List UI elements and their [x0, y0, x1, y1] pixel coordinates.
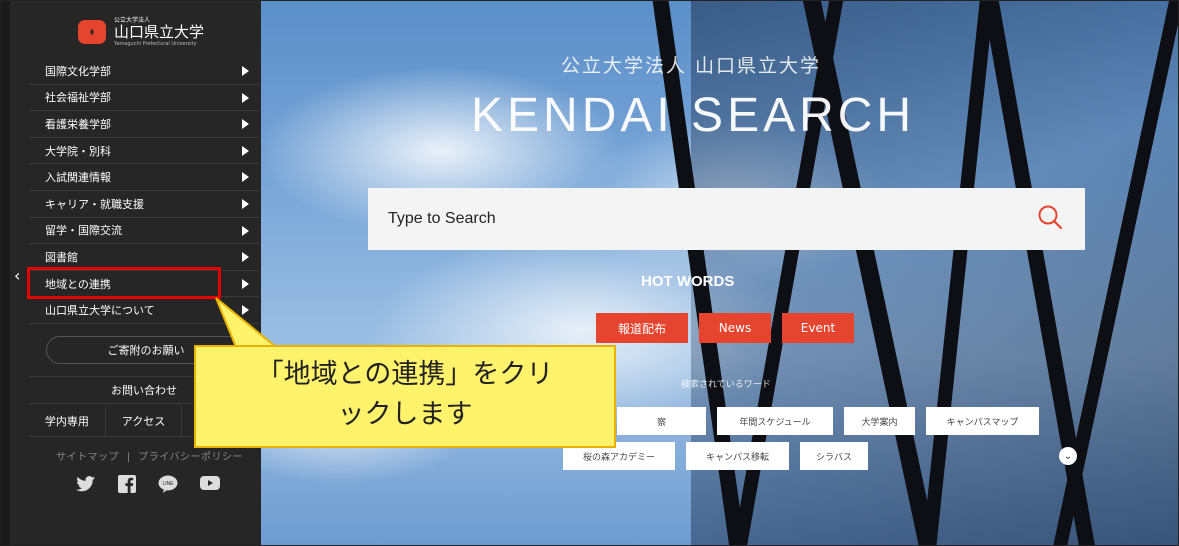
arrow-right-icon — [242, 278, 249, 289]
access-link[interactable]: アクセス — [106, 406, 183, 436]
sidebar-item-label: 国際文化学部 — [45, 64, 111, 78]
sidebar-item-label: 山口県立大学について — [45, 304, 155, 318]
sidebar-item-label: 入試関連情報 — [45, 171, 111, 185]
arrow-right-icon — [242, 92, 249, 103]
line-icon[interactable]: LINE — [158, 475, 178, 497]
browser-frame: 公立大学法人 山口県立大学 Yamaguchi Prefectural Univ… — [0, 0, 1179, 546]
social-icons: LINE — [76, 475, 220, 497]
sidebar-item-international-culture[interactable]: 国際文化学部 — [29, 58, 259, 85]
arrow-right-icon — [242, 66, 249, 76]
sidebar-item-label: 看護栄養学部 — [45, 117, 111, 131]
internal-link[interactable]: 学内専用 — [29, 406, 106, 436]
popular-words-label: 検索されているワード — [681, 380, 771, 390]
sidebar-item-label: 大学院・別科 — [45, 144, 111, 158]
highlight-box — [27, 267, 221, 299]
arrow-right-icon — [242, 145, 249, 156]
keyword-pill[interactable]: 年間スケジュール — [717, 407, 833, 435]
arrow-right-icon — [242, 225, 249, 236]
footer-links: サイトマップ | プライバシーポリシー — [56, 448, 243, 463]
search-icon[interactable] — [1037, 204, 1063, 230]
sidebar-item-label: 留学・国際交流 — [45, 224, 122, 238]
logo-english: Yamaguchi Prefectural University — [114, 41, 197, 47]
sidebar-item-label: 社会福祉学部 — [45, 91, 111, 105]
keyword-pill[interactable]: シラバス — [800, 442, 868, 470]
facebook-icon[interactable] — [118, 475, 136, 497]
logo-name: 山口県立大学 — [114, 23, 205, 41]
keyword-pill[interactable]: 察 — [617, 407, 706, 435]
separator: | — [126, 452, 131, 463]
sitemap-link[interactable]: サイトマップ — [56, 452, 119, 463]
callout-line-2: ックします — [337, 399, 473, 430]
hot-word-tag[interactable]: News — [699, 313, 771, 343]
instruction-callout: 「地域との連携」をクリ ックします — [194, 345, 616, 448]
arrow-right-icon — [242, 198, 249, 209]
sidebar-item-admissions[interactable]: 入試関連情報 — [29, 164, 259, 191]
callout-line-1: 「地域との連携」をクリ — [256, 359, 554, 390]
hero-title: KENDAI SEARCH — [471, 89, 916, 142]
sidebar-item-label: キャリア・就職支援 — [45, 197, 144, 211]
hot-words-label: HOT WORDS — [641, 273, 735, 290]
sidebar-item-social-welfare[interactable]: 社会福祉学部 — [29, 85, 259, 112]
search-input[interactable] — [386, 209, 990, 229]
sidebar-item-career[interactable]: キャリア・就職支援 — [29, 191, 259, 218]
sidebar-item-about[interactable]: 山口県立大学について — [29, 297, 259, 324]
university-logo[interactable]: 公立大学法人 山口県立大学 Yamaguchi Prefectural Univ… — [78, 15, 204, 49]
chevron-down-icon[interactable]: ⌄ — [1059, 447, 1077, 465]
hot-word-tag[interactable]: Event — [782, 313, 854, 343]
hot-word-tag[interactable]: 報道配布 — [596, 313, 688, 343]
sidebar-edge — [1, 1, 10, 545]
svg-text:LINE: LINE — [162, 481, 174, 487]
search-box — [368, 188, 1085, 250]
arrow-right-icon — [242, 119, 249, 130]
keyword-pill[interactable]: キャンパスマップ — [926, 407, 1039, 435]
arrow-right-icon — [242, 252, 249, 263]
collapse-sidebar-icon[interactable]: ‹ — [14, 266, 20, 285]
keyword-pill[interactable]: キャンパス移転 — [686, 442, 789, 470]
youtube-icon[interactable] — [200, 475, 220, 497]
sidebar-item-graduate[interactable]: 大学院・別科 — [29, 138, 259, 165]
logo-mark-icon — [78, 20, 108, 44]
twitter-icon[interactable] — [76, 475, 96, 497]
sidebar-item-nursing[interactable]: 看護栄養学部 — [29, 111, 259, 138]
sidebar-item-study-abroad[interactable]: 留学・国際交流 — [29, 218, 259, 245]
arrow-right-icon — [242, 172, 249, 183]
privacy-link[interactable]: プライバシーポリシー — [138, 452, 243, 463]
sidebar-item-label: 図書館 — [45, 250, 78, 264]
arrow-right-icon — [242, 305, 249, 316]
hero-subtitle: 公立大学法人 山口県立大学 — [561, 55, 822, 77]
keyword-pill[interactable]: 大学案内 — [844, 407, 915, 435]
